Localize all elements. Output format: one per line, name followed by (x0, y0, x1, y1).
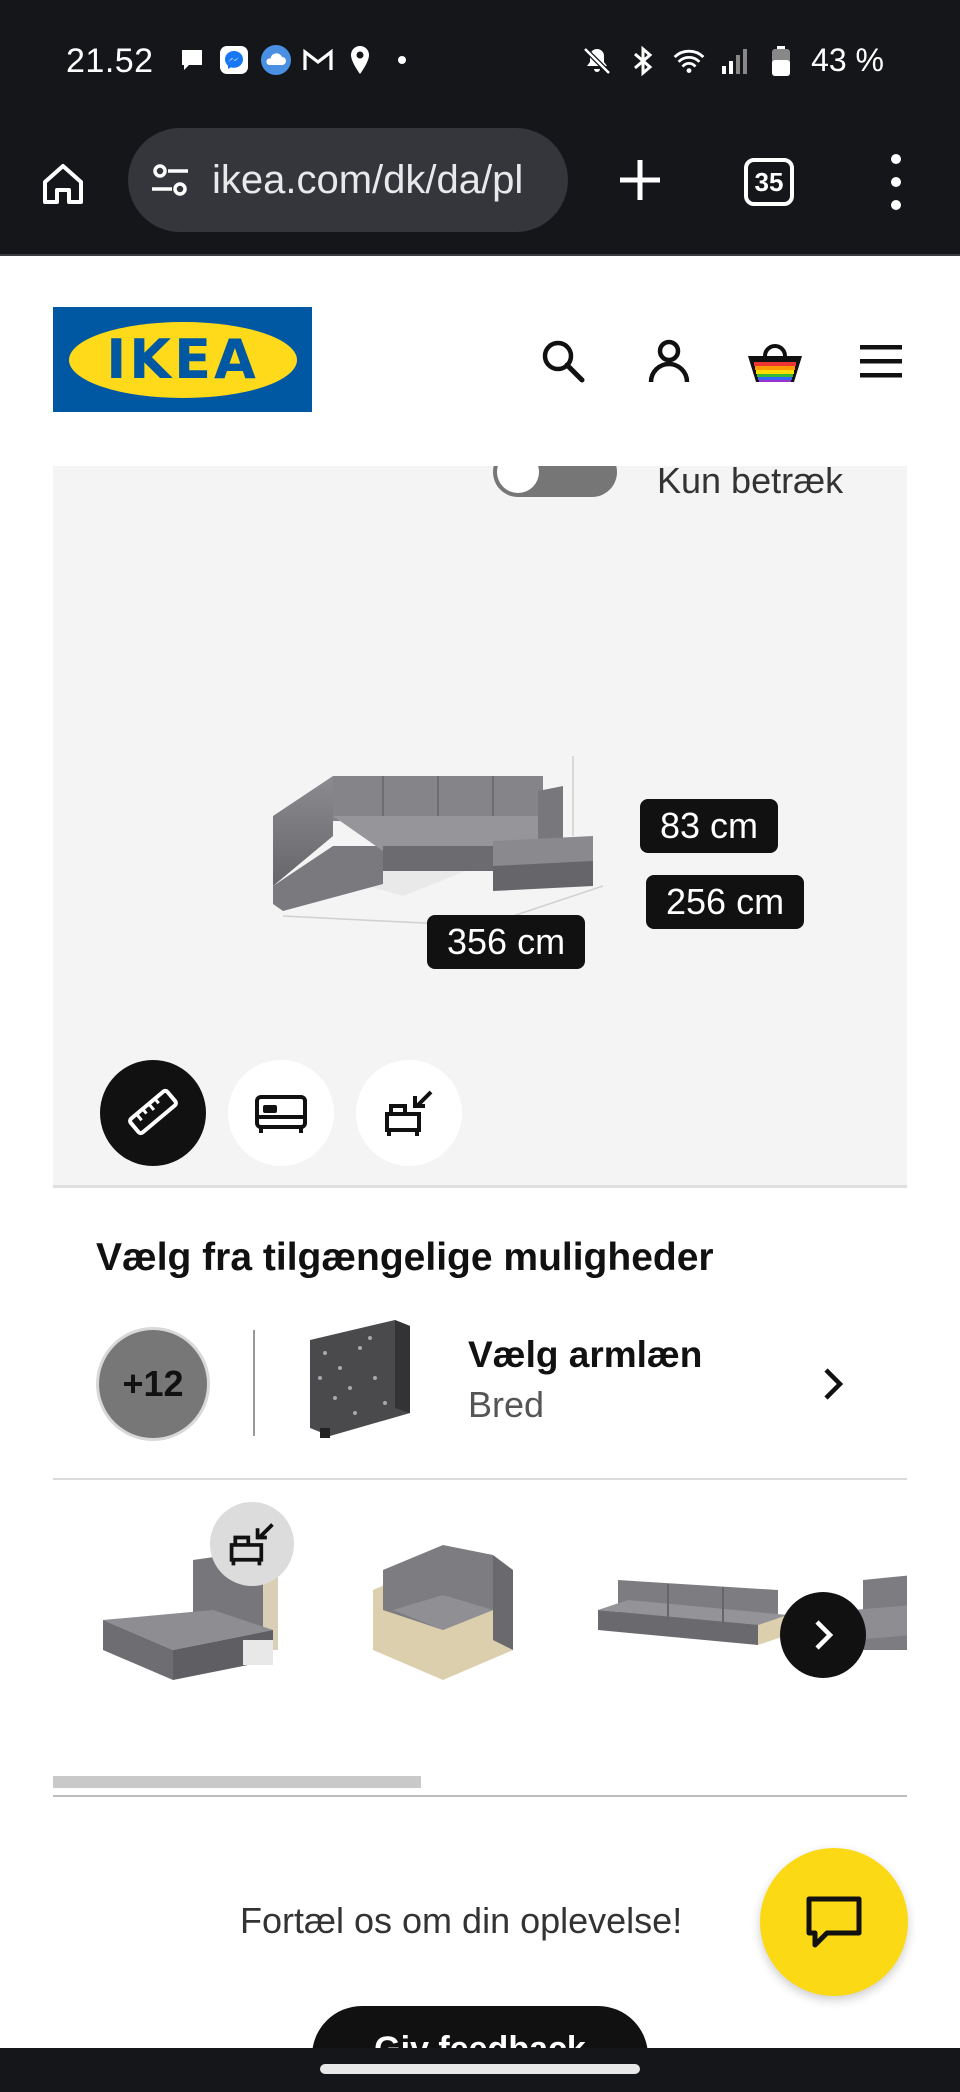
browser-menu-button[interactable] (880, 154, 912, 210)
divider (253, 1330, 255, 1436)
logo-oval: IKEA (68, 321, 297, 398)
height-dimension-label: 83 cm (640, 799, 779, 853)
wifi-icon (673, 45, 705, 77)
modular-icon (229, 1523, 274, 1566)
armrest-option-title[interactable]: Vælg armlæn (468, 1334, 702, 1376)
more-options-badge[interactable]: +12 (96, 1327, 210, 1441)
modules-button[interactable] (356, 1060, 462, 1166)
weather-icon (260, 44, 292, 76)
modular-icon (385, 1090, 433, 1136)
messenger-icon (218, 44, 250, 76)
chat-bubble-icon (176, 44, 208, 76)
header-actions (510, 334, 934, 388)
logo-text: IKEA (106, 328, 259, 391)
chevron-right-icon (815, 1620, 834, 1650)
dot-icon (891, 177, 901, 187)
dot-icon (386, 44, 418, 76)
room-view-button[interactable] (228, 1060, 334, 1166)
account-button[interactable] (616, 334, 722, 388)
product-3d-viewer[interactable]: Kun betræk 83 cm 256 cm 356 cm (53, 466, 907, 1188)
home-gesture-bar[interactable] (320, 2064, 640, 2074)
status-time: 21.52 (66, 42, 154, 80)
site-settings-icon[interactable] (148, 158, 192, 202)
battery-icon (765, 45, 797, 77)
system-icons: 43 % (581, 42, 884, 79)
tab-switcher-button[interactable]: 35 (744, 158, 794, 206)
cover-only-toggle[interactable] (493, 466, 617, 497)
status-bar: 21.52 43 % (0, 0, 960, 124)
carousel-next-button[interactable] (780, 1592, 866, 1678)
depth-dimension-label: 256 cm (646, 875, 805, 929)
plus-icon (620, 160, 660, 200)
search-icon (542, 340, 585, 383)
chat-button[interactable] (760, 1848, 908, 1996)
dot-icon (891, 154, 901, 164)
armrest-thumbnail[interactable] (300, 1318, 420, 1444)
bluetooth-icon (627, 45, 659, 77)
gmail-icon (302, 44, 334, 76)
browser-toolbar: ikea.com/dk/da/pl 35 (0, 124, 960, 256)
user-icon (648, 339, 690, 383)
mute-icon (581, 45, 613, 77)
new-tab-button[interactable] (610, 150, 670, 210)
carousel-track (53, 1795, 907, 1797)
search-button[interactable] (510, 334, 616, 388)
home-icon (43, 164, 83, 204)
carousel-scrollbar[interactable] (53, 1776, 421, 1788)
signal-icon (719, 45, 751, 77)
ikea-logo[interactable]: IKEA (53, 307, 312, 412)
menu-button[interactable] (828, 334, 934, 388)
dot-icon (891, 200, 901, 210)
home-button[interactable] (38, 154, 88, 214)
battery-percent: 43 % (811, 42, 884, 78)
module-carousel[interactable] (53, 1500, 907, 1740)
feedback-prompt: Fortæl os om din oplevelse! (240, 1900, 683, 1941)
address-bar[interactable]: ikea.com/dk/da/pl (128, 128, 568, 232)
bed-icon (255, 1095, 307, 1133)
cover-only-toggle-row: Kun betræk (493, 466, 843, 502)
chevron-right-icon[interactable] (818, 1364, 848, 1404)
corner-module-card[interactable] (343, 1500, 573, 1730)
viewer-tools (100, 1060, 462, 1166)
location-icon (344, 44, 376, 76)
url-text: ikea.com/dk/da/pl (212, 157, 524, 202)
notification-icons (176, 44, 418, 76)
cover-only-label: Kun betræk (657, 466, 844, 501)
shopping-bag-icon (748, 344, 802, 382)
measurements-button[interactable] (100, 1060, 206, 1166)
section-divider (53, 1478, 907, 1480)
width-dimension-label: 356 cm (427, 915, 586, 969)
chat-icon (806, 1896, 862, 1948)
options-heading: Vælg fra tilgængelige muligheder (96, 1236, 714, 1279)
cart-button[interactable] (722, 334, 828, 388)
system-nav-bar (0, 2048, 960, 2092)
modular-badge (210, 1502, 294, 1586)
hamburger-icon (860, 345, 902, 378)
ruler-icon (128, 1088, 178, 1136)
armrest-option-value: Bred (468, 1384, 545, 1425)
